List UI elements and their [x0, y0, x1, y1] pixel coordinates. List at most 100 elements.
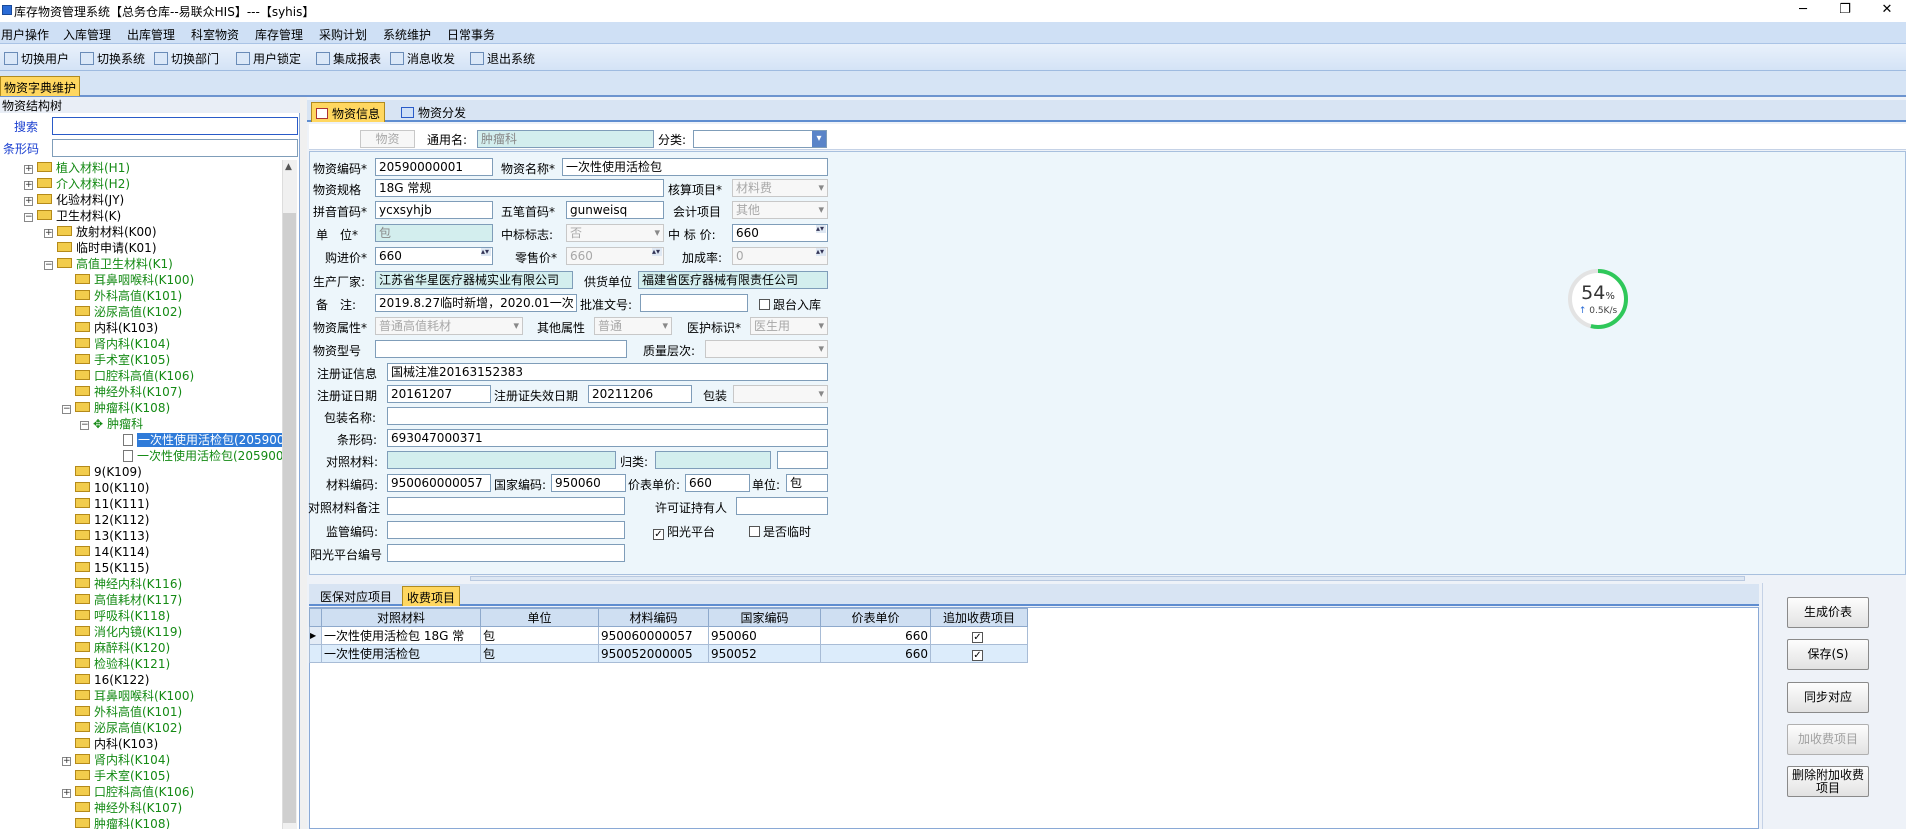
- markup-input[interactable]: 0: [732, 247, 828, 265]
- tree-node[interactable]: 一次性使用活检包(20590000: [110, 432, 282, 448]
- tree-node[interactable]: 口腔科高值(K106): [62, 368, 194, 384]
- tree-node[interactable]: 肿瘤科(K108): [62, 816, 170, 829]
- pinyin-input[interactable]: ycxsyhjb: [375, 201, 493, 219]
- other-attr-select[interactable]: 普通: [594, 317, 672, 335]
- tree-node[interactable]: + 口腔科高值(K106): [62, 784, 194, 800]
- pack-select[interactable]: [733, 385, 828, 403]
- menu-user[interactable]: 用户操作: [1, 26, 49, 43]
- menu-dept-goods[interactable]: 科室物资: [191, 26, 239, 43]
- unit2-input[interactable]: 包: [786, 474, 828, 492]
- quality-select[interactable]: [705, 340, 828, 358]
- code-input[interactable]: 20590000001: [375, 158, 493, 176]
- unit-input[interactable]: 包: [375, 224, 493, 242]
- tree-node[interactable]: − ✥ 肿瘤科: [80, 416, 143, 432]
- collapse-icon[interactable]: −: [62, 405, 71, 414]
- tree-node[interactable]: 高值耗材(K117): [62, 592, 182, 608]
- follow-checkbox-box[interactable]: [759, 299, 770, 310]
- barcode-input[interactable]: 693047000371: [387, 429, 828, 447]
- extra-fee-checkbox[interactable]: ✓: [972, 650, 983, 661]
- tree-node[interactable]: 手术室(K105): [62, 768, 170, 784]
- menu-system[interactable]: 系统维护: [383, 26, 431, 43]
- wubi-input[interactable]: gunweisq: [566, 201, 664, 219]
- tree-node[interactable]: 消化内镜(K119): [62, 624, 182, 640]
- ref-note-input[interactable]: [387, 497, 625, 515]
- reg-expire-input[interactable]: 20211206: [588, 385, 692, 403]
- close-button[interactable]: ✕: [1866, 0, 1906, 22]
- cell-extra-fee[interactable]: ✓: [930, 644, 1028, 663]
- tree-node[interactable]: 耳鼻咽喉科(K100): [62, 688, 194, 704]
- tree-node[interactable]: 神经外科(K107): [62, 384, 182, 400]
- monitor-code-input[interactable]: [387, 521, 625, 539]
- cell-list-price[interactable]: 660: [820, 626, 931, 645]
- switch-system-button[interactable]: 切换系统: [80, 50, 145, 67]
- scroll-up-icon[interactable]: ▲: [285, 162, 292, 172]
- retail-price-input[interactable]: 660: [566, 247, 664, 265]
- temp-checkbox[interactable]: 是否临时: [749, 523, 811, 540]
- menu-daily[interactable]: 日常事务: [447, 26, 495, 43]
- follow-checkbox[interactable]: 跟台入库: [759, 296, 821, 313]
- col-unit[interactable]: 单位: [480, 608, 599, 627]
- model-input[interactable]: [375, 340, 627, 358]
- license-input[interactable]: [736, 497, 828, 515]
- add-fee-button[interactable]: 加收费项目: [1787, 724, 1869, 755]
- tree-node[interactable]: 检验科(K121): [62, 656, 170, 672]
- expand-icon[interactable]: +: [24, 197, 33, 206]
- tab-dictionary-maintenance[interactable]: 物资字典维护: [0, 76, 80, 96]
- expand-icon[interactable]: +: [24, 165, 33, 174]
- tree-node[interactable]: 内科(K103): [62, 320, 158, 336]
- tree-node[interactable]: 12(K112): [62, 512, 149, 528]
- cell-unit[interactable]: 包: [480, 626, 599, 645]
- sun-platform-checkbox-box[interactable]: ✓: [653, 529, 664, 540]
- tab-material-info[interactable]: 物资信息: [311, 102, 386, 122]
- tree-node[interactable]: 泌尿高值(K102): [62, 720, 182, 736]
- manufacturer-input[interactable]: 江苏省华星医疗器械实业有限公司: [375, 271, 573, 289]
- tree-node[interactable]: 手术室(K105): [62, 352, 170, 368]
- tree-node[interactable]: + 植入材料(H1): [24, 160, 130, 176]
- category-select[interactable]: [693, 130, 827, 148]
- common-name-input[interactable]: 肿瘤科: [477, 130, 654, 148]
- collapse-icon[interactable]: −: [80, 421, 89, 430]
- exit-button[interactable]: 退出系统: [470, 50, 535, 67]
- col-extra-fee[interactable]: 追加收费项目: [930, 608, 1028, 627]
- col-mat-code[interactable]: 材料编码: [598, 608, 709, 627]
- cell-nat-code[interactable]: 950060: [708, 626, 821, 645]
- note-input[interactable]: 2019.8.27临时新增，2020.01一次: [375, 294, 577, 312]
- expand-icon[interactable]: +: [24, 181, 33, 190]
- collapse-icon[interactable]: −: [24, 213, 33, 222]
- tree-node[interactable]: 15(K115): [62, 560, 149, 576]
- temp-checkbox-box[interactable]: [749, 526, 760, 537]
- list-price-input[interactable]: 660: [685, 474, 750, 492]
- tree-node[interactable]: 13(K113): [62, 528, 149, 544]
- table-row[interactable]: ▶ 一次性使用活检包 18G 常 包 950060000057 950060 6…: [309, 626, 1028, 645]
- sun-platform-checkbox[interactable]: ✓ 阳光平台: [653, 523, 715, 540]
- minimize-button[interactable]: ─: [1782, 0, 1824, 22]
- spec-input[interactable]: 18G 常规: [375, 179, 664, 197]
- tree-node[interactable]: − 卫生材料(K): [24, 208, 121, 224]
- search-input[interactable]: [52, 117, 298, 135]
- cell-mat-code[interactable]: 950052000005: [598, 644, 709, 663]
- med-flag-select[interactable]: 医生用: [750, 317, 828, 335]
- ref-extra-input[interactable]: [777, 451, 828, 469]
- sun-no-input[interactable]: [387, 544, 625, 562]
- supplier-input[interactable]: 福建省医疗器械有限责任公司: [638, 271, 828, 289]
- save-button[interactable]: 保存(S): [1787, 639, 1869, 670]
- tree-scrollbar-thumb[interactable]: [283, 213, 296, 823]
- collapse-icon[interactable]: −: [44, 261, 53, 270]
- lock-user-button[interactable]: 用户锁定: [236, 50, 301, 67]
- cell-ref-material[interactable]: 一次性使用活检包 18G 常: [321, 626, 481, 645]
- tree-node[interactable]: 肾内科(K104): [62, 336, 170, 352]
- mat-code-input[interactable]: 950060000057: [387, 474, 491, 492]
- col-nat-code[interactable]: 国家编码: [708, 608, 821, 627]
- cell-ref-material[interactable]: 一次性使用活检包: [321, 644, 481, 663]
- restore-button[interactable]: ❐: [1824, 0, 1866, 22]
- tree-node[interactable]: − 高值卫生材料(K1): [44, 256, 173, 272]
- tree-node[interactable]: 16(K122): [62, 672, 149, 688]
- cell-list-price[interactable]: 660: [820, 644, 931, 663]
- col-list-price[interactable]: 价表单价: [820, 608, 931, 627]
- tree-node[interactable]: + 化验材料(JY): [24, 192, 124, 208]
- cell-mat-code[interactable]: 950060000057: [598, 626, 709, 645]
- reg-info-input[interactable]: 国械注准20163152383: [387, 363, 828, 381]
- cell-nat-code[interactable]: 950052: [708, 644, 821, 663]
- form-splitter[interactable]: [470, 576, 1745, 581]
- col-ref-material[interactable]: 对照材料: [321, 608, 481, 627]
